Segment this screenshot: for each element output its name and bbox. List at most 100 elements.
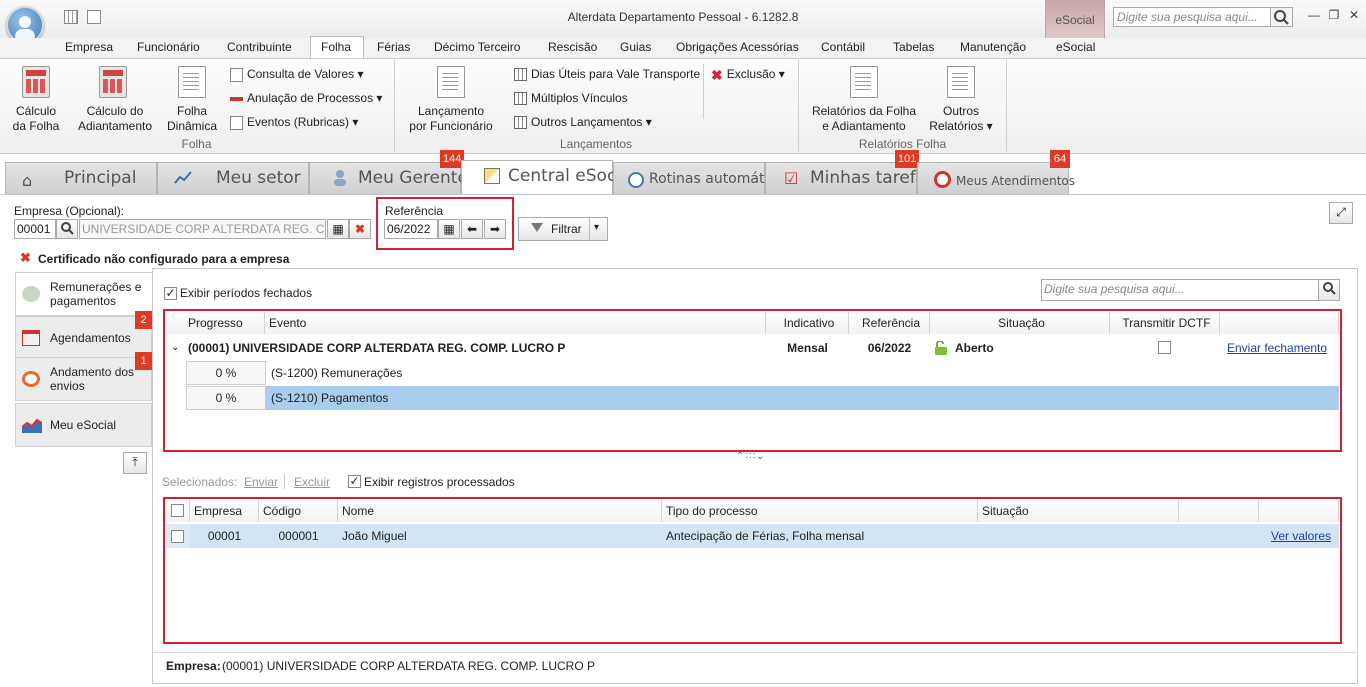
enviar-fechamento-link[interactable]: Enviar fechamento (1227, 336, 1327, 360)
label: Exclusão (726, 67, 776, 81)
menu-manutencao[interactable]: Manutenção (960, 40, 1026, 58)
referencia-label: Referência (385, 204, 444, 218)
expand-icon[interactable]: ⤢ (1329, 202, 1353, 224)
eventos-rubricas-button[interactable]: Eventos (Rubricas) ▾ (230, 113, 358, 131)
splitter-handle[interactable]: ⌃∶∶∶⌄ (736, 451, 766, 462)
col-empresa[interactable]: Empresa (190, 500, 259, 522)
menu-obrigacoes[interactable]: Obrigações Acessórias (676, 40, 799, 58)
tab-meu-gerente[interactable]: Meu Gerente (309, 162, 468, 194)
clear-icon[interactable]: ✖ (349, 219, 371, 239)
scroll-top-icon[interactable]: ⤒ (123, 452, 147, 474)
menu-empresa[interactable]: Empresa (65, 40, 113, 58)
label: Relatórios (929, 119, 984, 133)
col-referencia[interactable]: Referência (849, 312, 930, 334)
collapse-icon[interactable]: ⌄ (171, 342, 179, 353)
refresh-icon (22, 371, 40, 387)
transmitir-dctf-checkbox[interactable] (1158, 341, 1171, 354)
col-nome[interactable]: Nome (338, 500, 662, 522)
referencia-field[interactable]: 06/2022 (384, 219, 438, 239)
close-icon[interactable]: ✕ (1346, 8, 1362, 22)
next-arrow-icon[interactable]: ➡ (484, 219, 506, 239)
tab-rotinas-automaticas[interactable]: Rotinas automáticas (613, 162, 792, 194)
tab-meu-setor[interactable]: Meu setor (157, 162, 309, 194)
exibir-fechados-checkbox[interactable] (164, 287, 177, 300)
person-document-icon (437, 66, 465, 98)
tab-central-esocial[interactable]: Central eSocial (461, 160, 636, 194)
select-all-checkbox[interactable] (171, 504, 184, 517)
document-icon[interactable] (87, 10, 101, 24)
row-checkbox[interactable] (171, 530, 184, 543)
reports-icon (947, 66, 975, 98)
outros-lancamentos-button[interactable]: Outros Lançamentos ▾ (514, 113, 652, 131)
relatorios-folha-button[interactable]: Relatórios da Folha e Adiantamento (808, 66, 920, 136)
excluir-link[interactable]: Excluir (294, 475, 330, 489)
menu-guias[interactable]: Guias (620, 40, 651, 58)
calculo-adiantamento-button[interactable]: Cálculo do Adiantamento (72, 66, 158, 136)
menu-esocial[interactable]: eSocial (1056, 40, 1095, 58)
side-agendamentos[interactable]: Agendamentos (15, 316, 152, 360)
exibir-processados-checkbox[interactable] (348, 475, 361, 488)
progress-bar: 0 % (186, 361, 266, 385)
col-situacao[interactable]: Situação (930, 312, 1110, 334)
error-icon: ✖ (20, 250, 31, 265)
lancamento-funcionario-button[interactable]: Lançamento por Funcionário (404, 66, 498, 136)
prev-arrow-icon[interactable]: ⬅ (461, 219, 483, 239)
menu-contribuinte[interactable]: Contribuinte (227, 40, 292, 58)
side-andamento-envios[interactable]: Andamento dos envios (15, 357, 152, 401)
calendar-icon (514, 68, 527, 82)
folha-dinamica-button[interactable]: Folha Dinâmica (164, 66, 220, 136)
label: Agendamentos (50, 331, 131, 345)
table-icon[interactable]: ▦ (327, 219, 349, 239)
menu-ferias[interactable]: Férias (377, 40, 410, 58)
col-tipo-processo[interactable]: Tipo do processo (662, 500, 978, 522)
anulacao-processos-button[interactable]: Anulação de Processos ▾ (230, 89, 382, 107)
side-meu-esocial[interactable]: Meu eSocial (15, 403, 152, 447)
checkbox-icon: ☑ (784, 169, 799, 188)
evento-cell: (S-1200) Remunerações (271, 366, 403, 380)
table-row[interactable]: 0 % (S-1200) Remunerações (186, 361, 1339, 386)
money-hand-icon (22, 286, 40, 302)
menu-tabelas[interactable]: Tabelas (893, 40, 934, 58)
exclusao-button[interactable]: ✖ Exclusão ▾ (711, 65, 785, 83)
col-situacao[interactable]: Situação (978, 500, 1179, 522)
tab-meus-atendimentos[interactable]: Meus Atendimentos (917, 162, 1075, 194)
col-transmitir-dctf[interactable]: Transmitir DCTF (1110, 312, 1220, 334)
menu-funcionario[interactable]: Funcionário (137, 40, 200, 58)
restore-icon[interactable]: ❐ (1326, 8, 1342, 22)
divider (284, 474, 285, 489)
outros-relatorios-button[interactable]: Outros Relatórios ▾ (926, 66, 996, 136)
grid-search-input[interactable]: Digite sua pesquisa aqui... (1041, 279, 1319, 301)
calendar-icon[interactable]: ▦ (438, 219, 460, 239)
col-codigo[interactable]: Código (259, 500, 338, 522)
menu-decimo-terceiro[interactable]: Décimo Terceiro (434, 40, 520, 58)
ver-valores-link[interactable]: Ver valores (1271, 524, 1331, 548)
menu-contabil[interactable]: Contábil (821, 40, 865, 58)
label: Meu eSocial (50, 418, 117, 432)
side-remuneracoes[interactable]: Remunerações e pagamentos (15, 272, 152, 316)
menu-folha[interactable]: Folha (321, 40, 351, 58)
col-progresso[interactable]: Progresso (166, 312, 265, 334)
multiplos-vinculos-button[interactable]: Múltiplos Vínculos (514, 89, 628, 107)
agendamentos-badge: 2 (135, 311, 152, 329)
footer-label: Empresa: (166, 659, 221, 673)
search-icon[interactable] (56, 219, 78, 239)
group-label-folha: Folha (181, 137, 212, 151)
consulta-valores-button[interactable]: Consulta de Valores ▾ (230, 65, 364, 83)
dias-uteis-button[interactable]: Dias Úteis para Vale Transporte (514, 65, 700, 83)
menu-rescisao[interactable]: Rescisão (548, 40, 597, 58)
grid-icon[interactable] (64, 10, 78, 24)
tab-principal[interactable]: ⌂ Principal (5, 162, 157, 194)
enviar-link[interactable]: Enviar (244, 475, 278, 489)
col-evento[interactable]: Evento (265, 312, 766, 334)
search-icon[interactable] (1270, 7, 1293, 27)
empresa-code-field[interactable]: 00001 (14, 219, 56, 239)
minimize-icon[interactable]: — (1306, 8, 1322, 22)
search-icon[interactable] (1318, 279, 1340, 301)
filtrar-button[interactable]: Filtrar ▾ (518, 217, 608, 241)
table-row[interactable]: 00001 000001 João Miguel Antecipação de … (166, 524, 1339, 548)
col-indicativo[interactable]: Indicativo (766, 312, 849, 334)
top-search-input[interactable]: Digite sua pesquisa aqui... (1113, 7, 1293, 27)
calculator-icon (22, 66, 50, 98)
table-row-selected[interactable]: 0 % (S-1210) Pagamentos (186, 386, 1339, 410)
calculo-folha-button[interactable]: Cálculo da Folha (8, 66, 64, 136)
